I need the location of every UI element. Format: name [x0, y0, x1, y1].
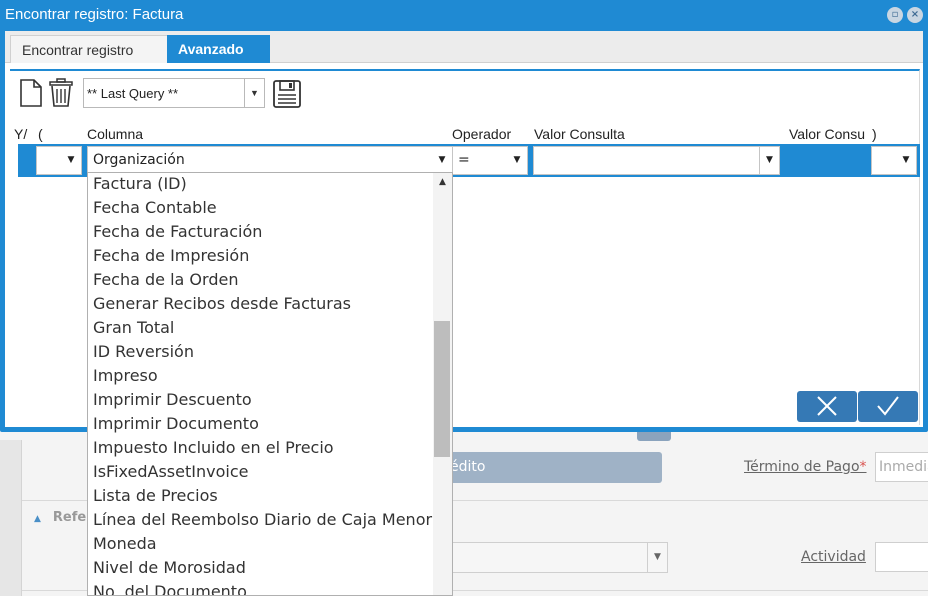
header-query-value-to: Valor Consu — [789, 126, 866, 142]
header-close-paren: ) — [872, 126, 877, 142]
column-select[interactable]: Organización ▼ — [87, 146, 453, 175]
header-operator: Operador — [452, 126, 512, 142]
background-tab-handle — [637, 431, 671, 441]
and-or-select[interactable]: ▼ — [36, 146, 82, 175]
maximize-icon[interactable]: ▫ — [887, 7, 903, 23]
header-and-or: Y/ — [14, 126, 28, 142]
scrollbar-thumb[interactable] — [434, 321, 450, 457]
chevron-down-icon: ▼ — [438, 155, 446, 165]
header-query-value: Valor Consulta — [534, 126, 625, 142]
trash-icon[interactable] — [48, 78, 74, 112]
dropdown-item[interactable]: Fecha de la Orden — [93, 270, 238, 289]
payment-term-label[interactable]: Término de Pago* — [744, 459, 867, 475]
cancel-button[interactable] — [797, 391, 857, 422]
dropdown-item[interactable]: Imprimir Descuento — [93, 390, 252, 409]
dropdown-item[interactable]: No. del Documento — [93, 582, 247, 595]
close-window-icon[interactable]: × — [907, 7, 923, 23]
activity-label[interactable]: Actividad — [801, 549, 866, 565]
credit-button[interactable]: édito — [440, 452, 662, 483]
dropdown-item[interactable]: Línea del Reembolso Diario de Caja Menor — [93, 510, 432, 529]
dropdown-item[interactable]: ID Reversión — [93, 342, 194, 361]
dropdown-item[interactable]: Fecha de Impresión — [93, 246, 249, 265]
dropdown-item[interactable]: Nivel de Morosidad — [93, 558, 246, 577]
dropdown-item[interactable]: Imprimir Documento — [93, 414, 259, 433]
dropdown-item[interactable]: Impreso — [93, 366, 158, 385]
reference-group-header[interactable]: ▲ Refe — [34, 510, 86, 525]
dropdown-item[interactable]: Moneda — [93, 534, 157, 553]
header-column: Columna — [87, 126, 144, 142]
ok-button[interactable] — [858, 391, 918, 422]
scroll-up-icon[interactable]: ▲ — [433, 177, 452, 187]
dropdown-item[interactable]: Fecha Contable — [93, 198, 217, 217]
chevron-down-icon: ▼ — [647, 543, 667, 572]
close-paren-select[interactable]: ▼ — [871, 146, 917, 175]
dialog-title: Encontrar registro: Factura — [5, 6, 184, 23]
collapse-triangle-icon: ▲ — [34, 514, 41, 524]
dropdown-item[interactable]: Factura (ID) — [93, 174, 187, 193]
dropdown-item[interactable]: IsFixedAssetInvoice — [93, 462, 248, 481]
chevron-down-icon: ▼ — [902, 155, 910, 165]
save-icon[interactable] — [272, 79, 302, 113]
chevron-down-icon: ▼ — [513, 155, 521, 165]
query-value-field[interactable]: ▼ — [533, 146, 780, 175]
dialog-titlebar: Encontrar registro: Factura ▫ × — [0, 0, 928, 31]
column-value: Organización — [93, 152, 185, 168]
tab-advanced[interactable]: Avanzado — [167, 35, 270, 63]
dropdown-item[interactable]: Impuesto Incluido en el Precio — [93, 438, 334, 457]
chevron-down-icon: ▼ — [244, 79, 264, 107]
new-document-icon[interactable] — [18, 78, 44, 112]
chevron-down-icon: ▼ — [67, 155, 75, 165]
dropdown-item[interactable]: Gran Total — [93, 318, 174, 337]
tab-find-record[interactable]: Encontrar registro — [10, 35, 168, 63]
saved-query-select[interactable]: ** Last Query ** ▼ — [83, 78, 265, 108]
operator-select[interactable]: = ▼ — [452, 146, 528, 175]
close-icon — [817, 396, 837, 416]
operator-value: = — [458, 152, 470, 168]
tab-bar: Encontrar registro Avanzado — [5, 31, 923, 63]
background-select[interactable]: ▼ — [452, 542, 668, 573]
activity-field[interactable] — [875, 542, 928, 572]
saved-query-value: ** Last Query ** — [87, 86, 179, 101]
dropdown-item[interactable]: Generar Recibos desde Facturas — [93, 294, 351, 313]
header-open-paren: ( — [38, 126, 43, 142]
check-icon — [877, 396, 899, 416]
background-side-strip — [0, 440, 22, 596]
payment-term-field[interactable]: Inmedia — [875, 452, 928, 482]
dropdown-scrollbar[interactable]: ▲ — [433, 173, 452, 595]
dropdown-item[interactable]: Lista de Precios — [93, 486, 218, 505]
chevron-down-icon: ▼ — [759, 147, 779, 174]
column-dropdown-list: Factura (ID) Fecha Contable Fecha de Factu… — [87, 172, 453, 596]
dropdown-item[interactable]: Fecha de Facturación — [93, 222, 262, 241]
